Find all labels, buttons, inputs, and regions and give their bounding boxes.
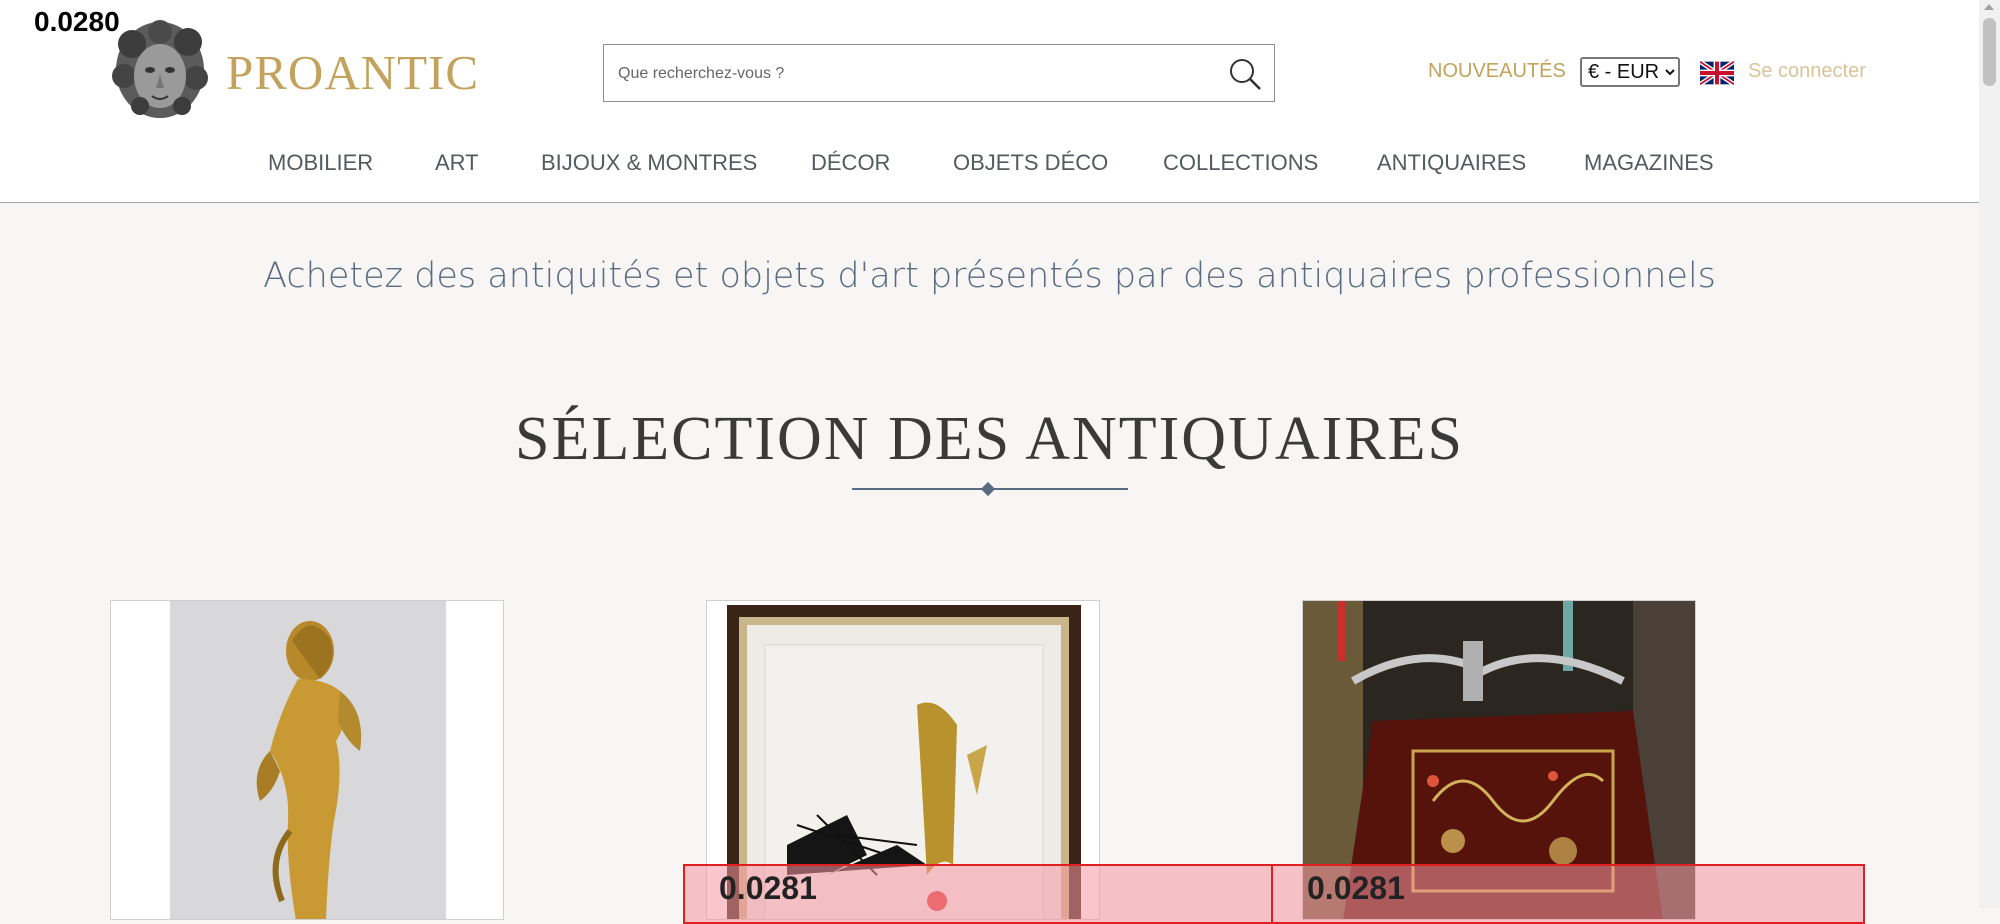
currency-select[interactable]: € - EUR xyxy=(1580,57,1680,87)
scroll-up-icon[interactable] xyxy=(1984,4,1994,10)
debug-overlay-box: 0.0281 xyxy=(683,864,1273,924)
nav-item-art[interactable]: ART xyxy=(435,150,479,176)
brand-logo-text[interactable]: PROANTIC xyxy=(226,44,479,101)
main-nav: MOBILIER ART BIJOUX & MONTRES DÉCOR OBJE… xyxy=(0,150,1979,180)
title-divider-diamond xyxy=(980,481,996,497)
medusa-logo-icon[interactable] xyxy=(112,18,208,122)
nav-item-bijoux-montres[interactable]: BIJOUX & MONTRES xyxy=(541,150,757,176)
nav-item-antiquaires[interactable]: ANTIQUAIRES xyxy=(1377,150,1526,176)
nav-item-collections[interactable]: COLLECTIONS xyxy=(1163,150,1318,176)
search-button[interactable] xyxy=(1226,55,1264,93)
scrollbar-thumb[interactable] xyxy=(1983,18,1996,86)
search-input[interactable] xyxy=(616,45,1200,103)
page-scrollbar[interactable] xyxy=(1979,0,2000,908)
product-image xyxy=(170,601,446,919)
nav-item-objets-deco[interactable]: OBJETS DÉCO xyxy=(953,150,1108,176)
debug-overlay-box: 0.0281 xyxy=(1271,864,1865,924)
debug-overlay-label: 0.0281 xyxy=(719,870,817,906)
search-icon xyxy=(1230,59,1261,90)
site-header: 0.0280 PROANTIC NOUVEAUTÉS € - EUR xyxy=(0,0,1979,203)
nav-item-mobilier[interactable]: MOBILIER xyxy=(268,150,373,176)
product-card[interactable] xyxy=(110,600,504,920)
search-box xyxy=(603,44,1275,103)
debug-overlay-label: 0.0281 xyxy=(1307,870,1405,906)
new-arrivals-link[interactable]: NOUVEAUTÉS xyxy=(1428,60,1566,83)
section-title: SÉLECTION DES ANTIQUAIRES xyxy=(515,405,1464,473)
nav-item-magazines[interactable]: MAGAZINES xyxy=(1584,150,1714,176)
login-link[interactable]: Se connecter xyxy=(1748,60,1866,83)
nav-item-decor[interactable]: DÉCOR xyxy=(811,150,890,176)
uk-flag-icon[interactable] xyxy=(1700,61,1734,85)
debug-score-label: 0.0280 xyxy=(34,6,120,37)
page-tagline: Achetez des antiquités et objets d'art p… xyxy=(263,256,1716,296)
